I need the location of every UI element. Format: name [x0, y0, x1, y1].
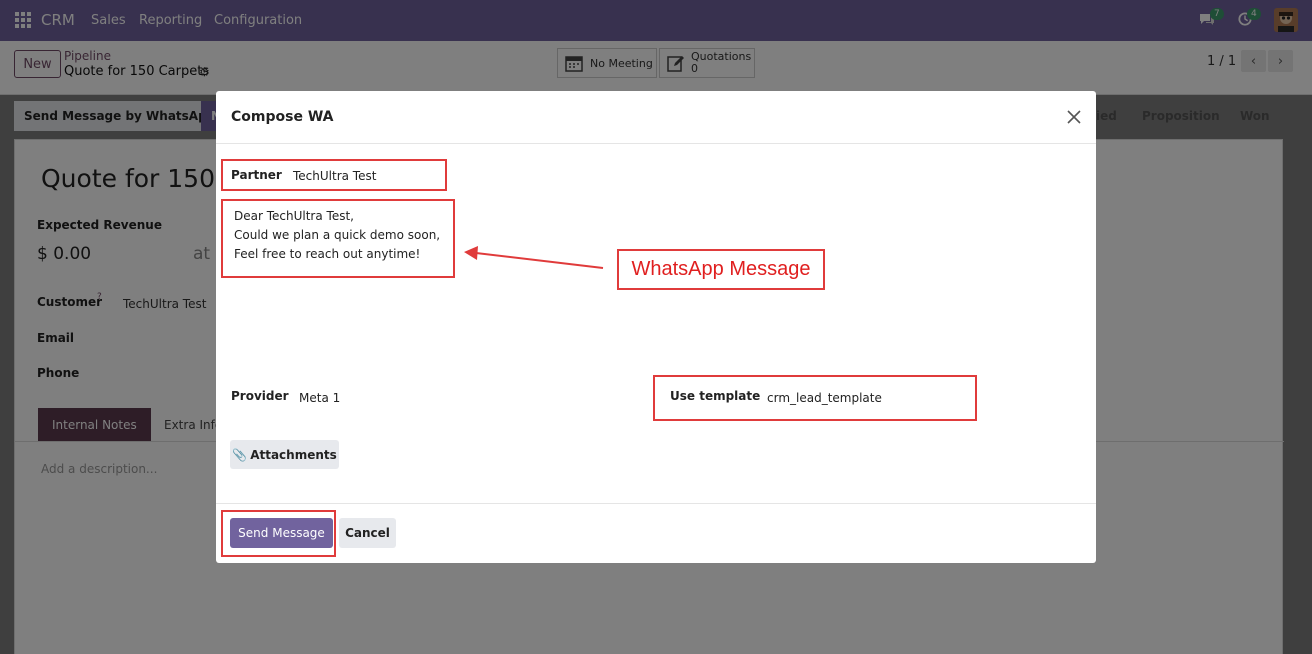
cancel-button[interactable]: Cancel: [339, 518, 396, 548]
dialog-title: Compose WA: [231, 109, 334, 125]
attachments-button[interactable]: 📎 Attachments: [230, 440, 339, 469]
paperclip-icon: 📎: [232, 447, 248, 462]
provider-label: Provider: [231, 389, 289, 403]
close-icon[interactable]: [1064, 107, 1084, 127]
send-highlight-box: [221, 510, 336, 557]
whatsapp-message-callout: WhatsApp Message: [617, 249, 825, 290]
template-highlight-box: [653, 375, 977, 421]
provider-field[interactable]: Meta 1: [299, 391, 340, 405]
message-highlight-box: [221, 199, 455, 278]
dialog-footer-divider: [216, 503, 1096, 504]
attachments-label: Attachments: [250, 447, 337, 462]
partner-highlight-box: [221, 159, 447, 191]
dialog-header: Compose WA: [216, 91, 1096, 144]
